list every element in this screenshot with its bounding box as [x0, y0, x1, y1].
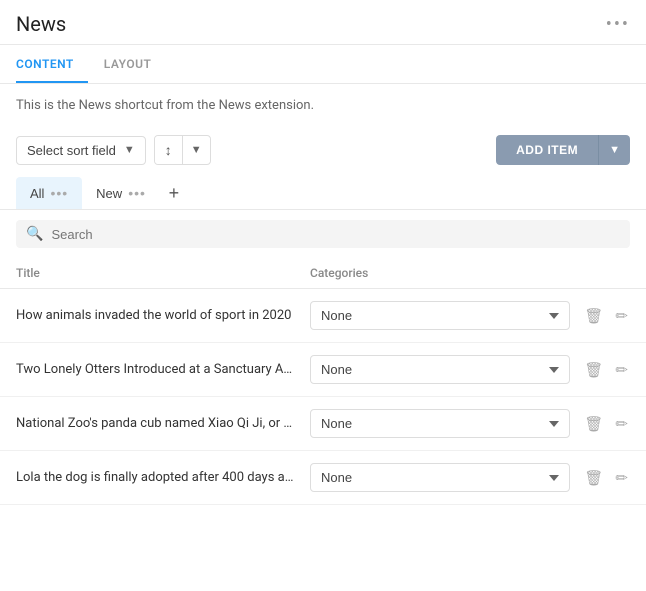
table-row: National Zoo's panda cub named Xiao Qi J… [0, 397, 646, 451]
category-select[interactable]: None [310, 355, 570, 384]
add-item-button[interactable]: ADD ITEM [496, 135, 598, 165]
sort-order-chevron-button[interactable]: ▼ [183, 138, 210, 162]
delete-button[interactable]: 🗑 [582, 359, 605, 381]
filter-tab-all-dots: ••• [50, 185, 68, 201]
row-title: How animals invaded the world of sport i… [16, 308, 310, 323]
edit-button[interactable]: ✏ [613, 467, 630, 489]
search-bar: 🔍 [16, 220, 630, 248]
delete-button[interactable]: 🗑 [582, 305, 605, 327]
row-title: Lola the dog is finally adopted after 40… [16, 470, 310, 485]
search-input[interactable] [51, 227, 620, 242]
sort-order-group: ↕ ▼ [154, 135, 211, 165]
row-categories: None [310, 301, 570, 330]
tab-bar: CONTENT LAYOUT [0, 45, 646, 84]
row-actions: 🗑 ✏ [570, 467, 630, 489]
add-filter-button[interactable]: + [160, 179, 188, 207]
more-options-icon[interactable]: ••• [606, 14, 630, 35]
row-actions: 🗑 ✏ [570, 359, 630, 381]
sort-field-chevron-icon: ▼ [124, 144, 135, 156]
col-categories-header: Categories [310, 266, 570, 280]
row-title: Two Lonely Otters Introduced at a Sanctu… [16, 362, 310, 377]
add-item-chevron-button[interactable]: ▼ [599, 135, 630, 165]
add-item-group: ADD ITEM ▼ [496, 135, 630, 165]
sort-order-icon: ↕ [165, 142, 172, 158]
filter-tab-new-dots: ••• [128, 185, 146, 201]
edit-button[interactable]: ✏ [613, 359, 630, 381]
sort-order-button[interactable]: ↕ [155, 136, 182, 164]
search-icon: 🔍 [26, 226, 43, 242]
row-actions: 🗑 ✏ [570, 413, 630, 435]
category-select[interactable]: None [310, 301, 570, 330]
edit-button[interactable]: ✏ [613, 305, 630, 327]
category-select[interactable]: None [310, 463, 570, 492]
filter-tab-all-label: All [30, 186, 44, 201]
table-row: Lola the dog is finally adopted after 40… [0, 451, 646, 505]
header: News ••• [0, 0, 646, 45]
table-row: Two Lonely Otters Introduced at a Sanctu… [0, 343, 646, 397]
toolbar: Select sort field ▼ ↕ ▼ ADD ITEM ▼ [0, 127, 646, 177]
row-categories: None [310, 463, 570, 492]
delete-button[interactable]: 🗑 [582, 413, 605, 435]
category-select[interactable]: None [310, 409, 570, 438]
col-actions-header [570, 266, 630, 280]
delete-button[interactable]: 🗑 [582, 467, 605, 489]
tab-layout[interactable]: LAYOUT [104, 45, 166, 83]
filter-tab-all[interactable]: All ••• [16, 177, 82, 209]
tab-content[interactable]: CONTENT [16, 45, 88, 83]
filter-tab-new-label: New [96, 186, 122, 201]
col-title-header: Title [16, 266, 310, 280]
row-actions: 🗑 ✏ [570, 305, 630, 327]
filter-tab-bar: All ••• New ••• + [0, 177, 646, 210]
table-row: How animals invaded the world of sport i… [0, 289, 646, 343]
description-text: This is the News shortcut from the News … [0, 84, 646, 127]
table-header: Title Categories [0, 258, 646, 289]
page-wrapper: News ••• CONTENT LAYOUT This is the News… [0, 0, 646, 505]
page-title: News [16, 12, 66, 36]
filter-tab-new[interactable]: New ••• [82, 177, 160, 209]
row-title: National Zoo's panda cub named Xiao Qi J… [16, 416, 310, 431]
row-categories: None [310, 355, 570, 384]
sort-field-label: Select sort field [27, 143, 116, 158]
sort-field-dropdown[interactable]: Select sort field ▼ [16, 136, 146, 165]
row-categories: None [310, 409, 570, 438]
edit-button[interactable]: ✏ [613, 413, 630, 435]
